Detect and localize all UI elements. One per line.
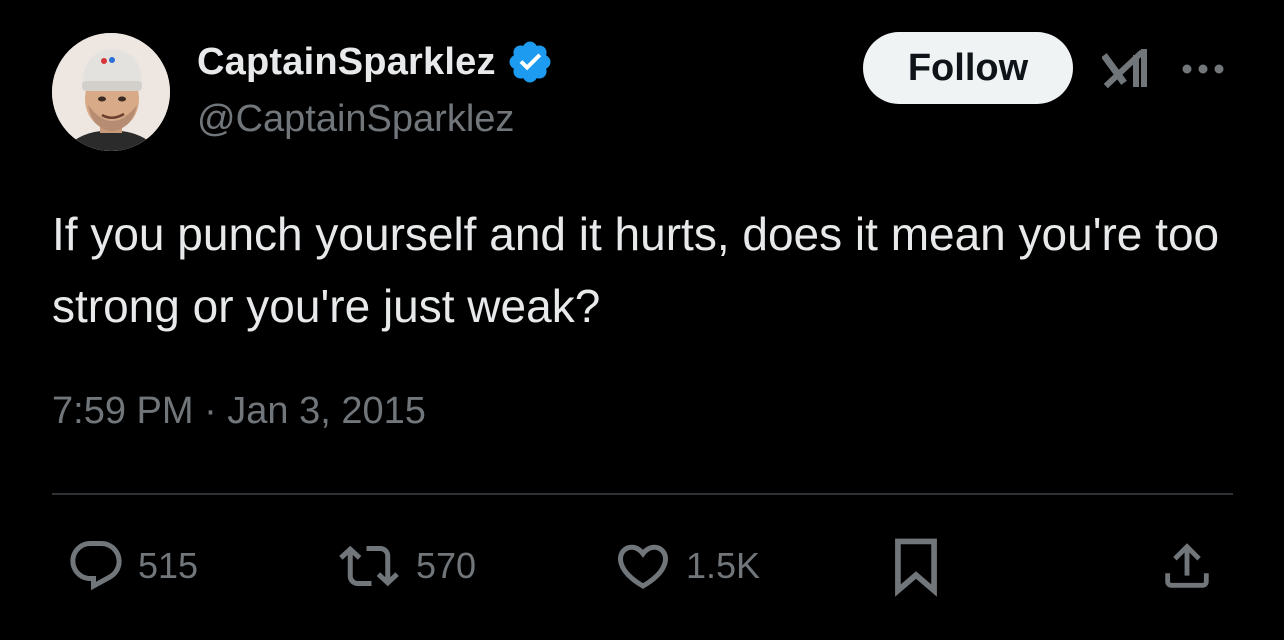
more-horizontal-icon[interactable]	[1180, 60, 1226, 78]
share-button[interactable]	[1158, 535, 1216, 597]
grok-icon[interactable]	[1101, 48, 1152, 90]
tweet-text: If you punch yourself and it hurts, does…	[52, 208, 1220, 332]
verified-badge-icon[interactable]	[506, 38, 554, 86]
bookmark-icon	[895, 538, 937, 597]
author-display-name[interactable]: CaptainSparklez	[197, 41, 496, 84]
tweet-timestamp[interactable]: 7:59 PM · Jan 3, 2015	[52, 390, 426, 433]
author-handle[interactable]: @CaptainSparklez	[197, 98, 514, 141]
retweet-count: 570	[416, 545, 477, 586]
avatar[interactable]	[52, 33, 170, 151]
retweet-icon	[339, 545, 399, 587]
reply-icon	[70, 541, 122, 591]
author-name-row: CaptainSparklez	[197, 38, 554, 86]
heart-icon	[617, 544, 669, 589]
reply-count: 515	[138, 545, 199, 586]
reply-button[interactable]: 515	[66, 535, 198, 597]
retweet-button[interactable]: 570	[334, 535, 476, 597]
like-button[interactable]: 1.5K	[612, 535, 760, 597]
bookmark-button[interactable]	[890, 535, 942, 597]
like-count: 1.5K	[686, 545, 761, 586]
follow-button[interactable]: Follow	[863, 32, 1073, 104]
share-icon	[1165, 543, 1209, 588]
divider	[52, 493, 1233, 495]
